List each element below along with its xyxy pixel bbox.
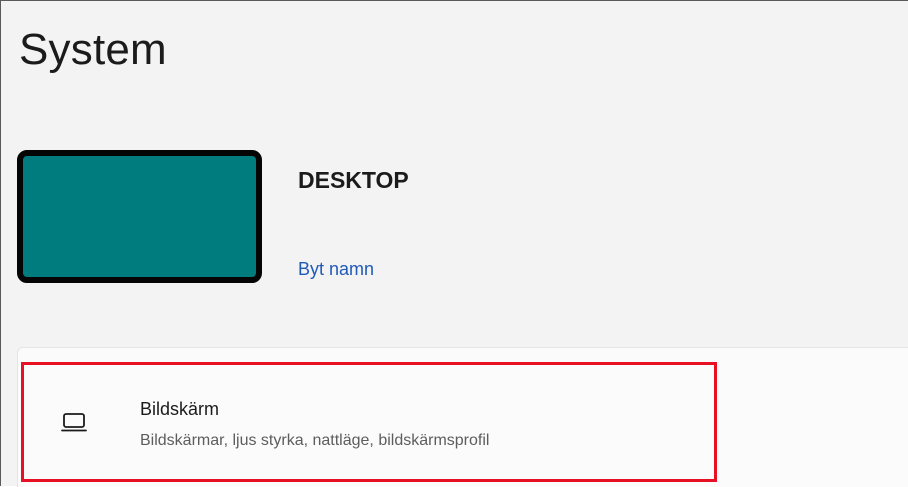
settings-item-display[interactable]: Bildskärm Bildskärmar, ljus styrka, natt…	[21, 362, 717, 482]
settings-item-title: Bildskärm	[140, 399, 220, 419]
page-title: System	[19, 25, 167, 74]
laptop-icon	[60, 407, 88, 435]
settings-window: System DESKTOP Byt namn Bildskärm Bildsk…	[0, 0, 908, 487]
rename-link[interactable]: Byt namn	[298, 254, 374, 284]
device-name: DESKTOP	[298, 167, 409, 193]
device-thumbnail	[17, 150, 262, 283]
settings-item-description: Bildskärmar, ljus styrka, nattläge, bild…	[140, 432, 490, 449]
